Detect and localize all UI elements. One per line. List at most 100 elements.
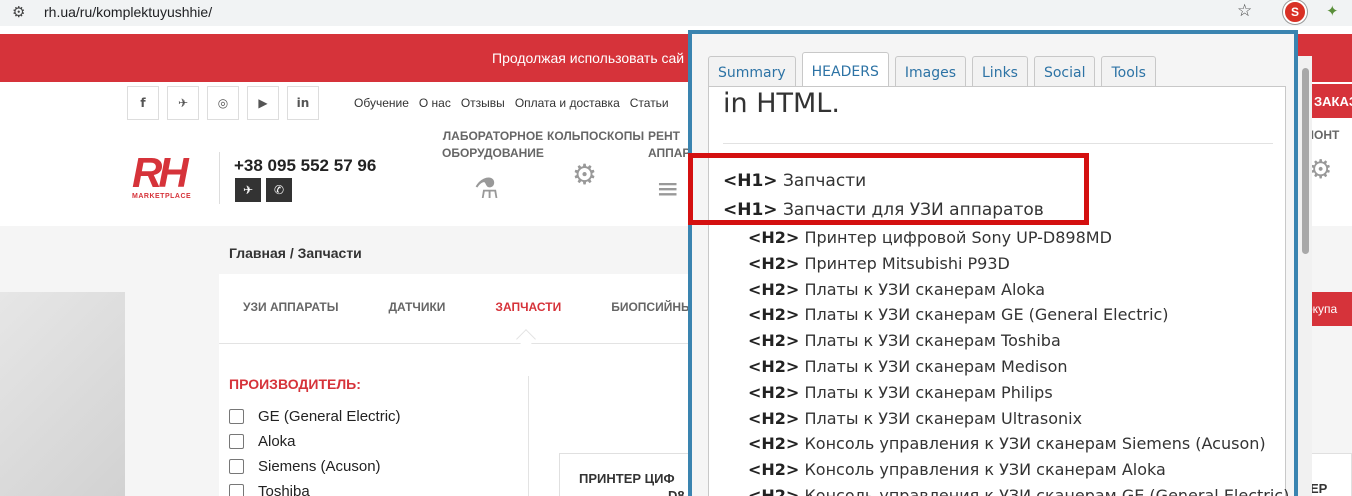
extension-icon[interactable]: ✦ [1326, 2, 1339, 20]
repair-icon: ⚙ [1309, 155, 1333, 185]
header-row-h2[interactable]: <H2> Консоль управления к УЗИ сканерам A… [709, 457, 1287, 483]
linkedin-icon[interactable]: in [287, 86, 319, 120]
screen: ⚙ rh.ua/ru/komplektuyushhie/ ☆ S ✦ Продо… [0, 0, 1352, 496]
category-colposcopes[interactable]: КОЛЬПОСКОПЫ [547, 128, 644, 145]
header-tag: <H2> [748, 434, 800, 454]
order-button[interactable]: ЗАКАЗ [1306, 84, 1352, 118]
header-text: Принтер цифровой Sony UP-D898MD [804, 228, 1112, 247]
banner-image [0, 292, 125, 496]
social-links: f ✈ ◎ ▶ in [127, 86, 319, 120]
tab-headers[interactable]: HEADERS [801, 52, 889, 88]
subtab-ultrasound[interactable]: УЗИ АППАРАТЫ [243, 300, 338, 314]
header-text: Платы к УЗИ сканерам Aloka [804, 279, 1046, 299]
nav-link-training[interactable]: Обучение [354, 96, 409, 110]
facebook-icon[interactable]: f [127, 86, 159, 120]
cookie-text: Продолжая использовать сай [492, 50, 685, 66]
header-tag: <H2> [748, 331, 800, 351]
logo-mark: RH [132, 149, 189, 196]
telegram-contact-icon[interactable]: ✈ [235, 178, 261, 202]
microscope-icon: ⚗ [474, 172, 500, 205]
scrollbar-thumb[interactable] [1302, 68, 1309, 254]
header-row-h2[interactable]: <H2> Платы к УЗИ сканерам Philips [709, 380, 1287, 406]
header-row-h2[interactable]: <H2> Принтер цифровой Sony UP-D898MD [709, 225, 1287, 251]
checkbox[interactable] [229, 459, 244, 474]
filter-option[interactable]: Siemens (Acuson) [229, 454, 401, 479]
filter-label: GE (General Electric) [258, 408, 401, 425]
filter-option[interactable]: GE (General Electric) [229, 404, 401, 429]
header-text: Консоль управления к УЗИ сканерам Siemen… [804, 434, 1266, 454]
product-title-line2: D8 [668, 488, 685, 496]
instagram-icon[interactable]: ◎ [207, 86, 239, 120]
header-text: Платы к УЗИ сканерам Medison [804, 356, 1068, 376]
header-tag: <H2> [748, 356, 800, 376]
logo-divider [219, 152, 220, 204]
subtab-parts[interactable]: ЗАПЧАСТИ [495, 300, 561, 314]
viber-contact-icon[interactable]: ✆ [266, 178, 292, 202]
checkbox[interactable] [229, 434, 244, 449]
tab-tools[interactable]: Tools [1101, 56, 1156, 88]
seo-extension-icon[interactable]: S [1283, 0, 1307, 24]
header-row-h2[interactable]: <H2> Платы к УЗИ сканерам Ultrasonix [709, 406, 1287, 432]
header-text: Консоль управления к УЗИ сканерам Aloka [804, 460, 1166, 480]
header-tag: <H2> [748, 460, 800, 480]
filter-label: Siemens (Acuson) [258, 458, 381, 475]
address-url[interactable]: rh.ua/ru/komplektuyushhie/ [44, 4, 212, 20]
category-lab-equipment[interactable]: ЛАБОРАТОРНОЕ ОБОРУДОВАНИЕ [442, 128, 544, 162]
filter-label: Toshiba [258, 483, 310, 496]
logo-subtitle: MARKETPLACE [132, 193, 192, 200]
browser-address-bar: ⚙ rh.ua/ru/komplektuyushhie/ ☆ S ✦ [0, 0, 1352, 26]
header-row-h2[interactable]: <H2> Платы к УЗИ сканерам GE (General El… [709, 302, 1287, 328]
header-text: Платы к УЗИ сканерам GE (General Electri… [804, 305, 1169, 325]
nav-link-reviews[interactable]: Отзывы [461, 96, 505, 110]
seo-extension-popup: Summary HEADERS Images Links Social Tool… [688, 30, 1298, 496]
site-info-icon[interactable]: ⚙ [12, 3, 25, 21]
breadcrumb[interactable]: Главная / Запчасти [229, 245, 362, 261]
header-tag: <H2> [748, 253, 800, 273]
header-row-h2[interactable]: <H2> Принтер Mitsubishi P93D [709, 251, 1287, 277]
h1-highlight-box [688, 153, 1089, 225]
nav-link-about[interactable]: О нас [419, 96, 451, 110]
checkbox[interactable] [229, 409, 244, 424]
header-tag: <H2> [748, 485, 800, 496]
site-logo[interactable]: RH MARKETPLACE [132, 149, 192, 201]
header-row-h2[interactable]: <H2> Консоль управления к УЗИ сканерам G… [709, 483, 1289, 496]
bookmark-star-icon[interactable]: ☆ [1237, 1, 1252, 21]
header-row-h2[interactable]: <H2> Платы к УЗИ сканерам Aloka [709, 277, 1287, 303]
popup-tabs: Summary HEADERS Images Links Social Tool… [708, 52, 1162, 88]
panel-heading: in HTML. [723, 88, 840, 119]
phone-number[interactable]: +38 095 552 57 96 [234, 156, 376, 176]
tab-summary[interactable]: Summary [708, 56, 796, 88]
header-row-h2[interactable]: <H2> Консоль управления к УЗИ сканерам S… [709, 431, 1287, 457]
header-row-h2[interactable]: <H2> Платы к УЗИ сканерам Medison [709, 354, 1287, 380]
product-title[interactable]: ПРИНТЕР ЦИФ [579, 471, 675, 486]
header-tag: <H2> [748, 279, 800, 299]
xray-icon: ≡ [656, 172, 680, 205]
header-tag: <H2> [748, 305, 800, 325]
panel-divider [723, 143, 1273, 144]
nav-link-articles[interactable]: Статьи [630, 96, 669, 110]
subtabs-divider [219, 343, 689, 344]
header-text: Платы к УЗИ сканерам Ultrasonix [804, 408, 1083, 428]
tab-links[interactable]: Links [972, 56, 1028, 88]
filter-option[interactable]: Aloka [229, 429, 401, 454]
subtab-probes[interactable]: ДАТЧИКИ [388, 300, 445, 314]
header-row-h2[interactable]: <H2> Платы к УЗИ сканерам Toshiba [709, 328, 1287, 354]
filter-title: ПРОИЗВОДИТЕЛЬ: [229, 376, 361, 392]
product-title-right: ЕР [1310, 481, 1328, 496]
nav-link-payment[interactable]: Оплата и доставка [515, 96, 620, 110]
filter-divider [528, 376, 529, 496]
telegram-icon[interactable]: ✈ [167, 86, 199, 120]
tab-social[interactable]: Social [1033, 56, 1096, 88]
subtab-biopsy[interactable]: БИОПСИЙНЫ [611, 300, 693, 314]
youtube-icon[interactable]: ▶ [247, 86, 279, 120]
header-tag: <H2> [748, 408, 800, 428]
header-text: Принтер Mitsubishi P93D [804, 253, 1010, 273]
tab-images[interactable]: Images [894, 56, 966, 88]
colposcope-icon: ⚙ [572, 158, 598, 191]
headers-panel: in HTML. <H1> Запчасти <H1> Запчасти для … [708, 86, 1289, 496]
filter-option[interactable]: Toshiba [229, 479, 401, 496]
checkbox[interactable] [229, 484, 244, 496]
top-navigation: Обучение О нас Отзывы Оплата и доставка … [354, 96, 669, 110]
header-tag: <H2> [748, 382, 800, 402]
category-xray[interactable]: РЕНТ АППАР [648, 128, 690, 162]
